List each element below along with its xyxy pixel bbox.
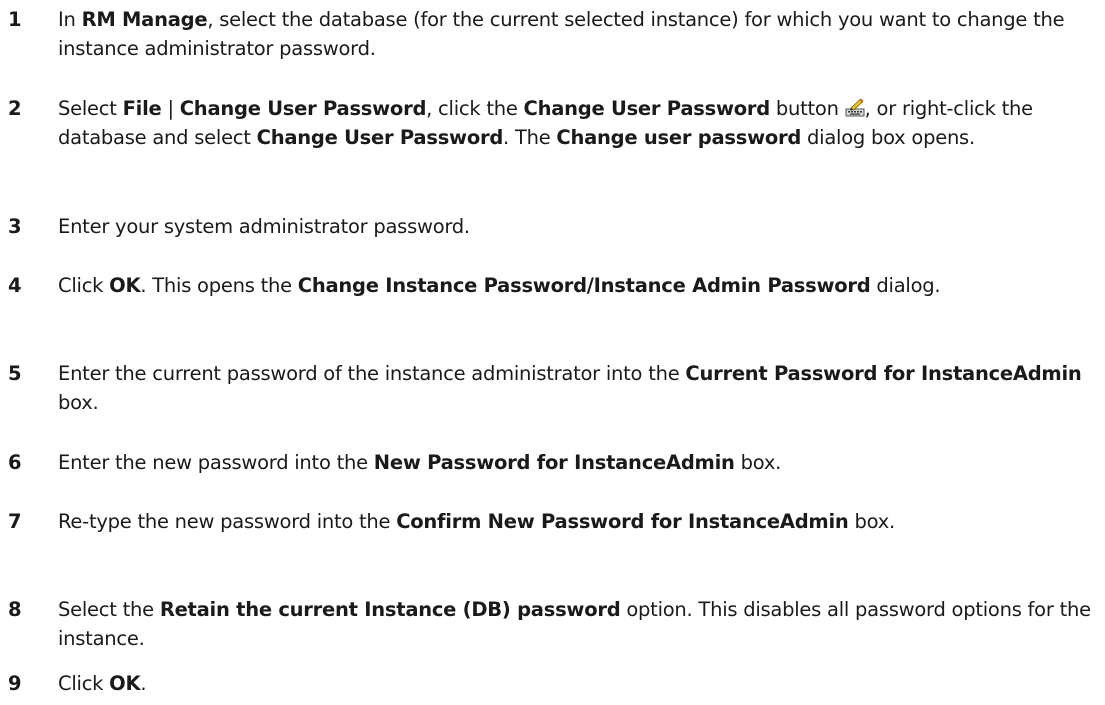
bold-term: New Password for InstanceAdmin	[373, 451, 735, 474]
step-text-run: .	[140, 672, 147, 695]
bold-term: Change User Password	[523, 97, 771, 120]
step-number: 9	[8, 672, 22, 695]
bold-term: RM Manage	[81, 8, 208, 31]
bold-term: Change user password	[556, 126, 802, 149]
bold-term: File	[122, 97, 162, 120]
step-text-run: button	[769, 97, 845, 120]
step-text-run: box.	[848, 510, 896, 533]
change-password-icon	[845, 97, 865, 117]
step-text-run: Enter your system administrator password…	[58, 215, 470, 238]
step-number: 7	[8, 510, 22, 533]
step-text-run: Re-type the new password into the	[58, 510, 397, 533]
step-text-run: , click the	[426, 97, 524, 120]
step-text: Select the Retain the current Instance (…	[58, 595, 1098, 653]
step-text-run: dialog box opens.	[801, 126, 975, 149]
step-text: Click OK. This opens the Change Instance…	[58, 271, 1098, 300]
bold-term: Change User Password	[179, 97, 427, 120]
bold-term: Change User Password	[256, 126, 504, 149]
step-text-run: , select the database (for the current s…	[58, 8, 1065, 60]
step-text-run: dialog.	[870, 274, 941, 297]
bold-term: Current Password for InstanceAdmin	[685, 362, 1082, 385]
bold-term: OK	[109, 672, 141, 695]
bold-term: Confirm New Password for InstanceAdmin	[396, 510, 849, 533]
step-number: 5	[8, 362, 22, 385]
step-number: 8	[8, 598, 22, 621]
bold-term: Change Instance Password/Instance Admin …	[297, 274, 871, 297]
step-text: Select File | Change User Password, clic…	[58, 94, 1098, 152]
bold-term: Retain the current Instance (DB) passwor…	[159, 598, 621, 621]
step-number: 1	[8, 8, 22, 31]
step-text-run: . The	[503, 126, 557, 149]
step-text-run: Click	[58, 274, 110, 297]
step-text: Click OK.	[58, 669, 1098, 698]
step-number: 4	[8, 274, 22, 297]
step-text-run: Click	[58, 672, 110, 695]
step-text: Enter the current password of the instan…	[58, 359, 1098, 417]
step-number: 3	[8, 215, 22, 238]
step-text-run: box.	[58, 391, 99, 414]
step-text: In RM Manage, select the database (for t…	[58, 5, 1098, 63]
step-text: Enter your system administrator password…	[58, 212, 1098, 241]
bold-term: OK	[109, 274, 141, 297]
step-text: Re-type the new password into the Confir…	[58, 507, 1098, 536]
step-text-run: Enter the new password into the	[58, 451, 374, 474]
step-text-run: Select the	[58, 598, 160, 621]
step-text-run: Select	[58, 97, 123, 120]
step-text-run: Enter the current password of the instan…	[58, 362, 686, 385]
step-text-run: |	[161, 97, 180, 120]
step-text-run: . This opens the	[140, 274, 298, 297]
step-text: Enter the new password into the New Pass…	[58, 448, 1098, 477]
step-text-run: box.	[734, 451, 782, 474]
step-number: 6	[8, 451, 22, 474]
step-text-run: In	[58, 8, 82, 31]
step-number: 2	[8, 97, 22, 120]
